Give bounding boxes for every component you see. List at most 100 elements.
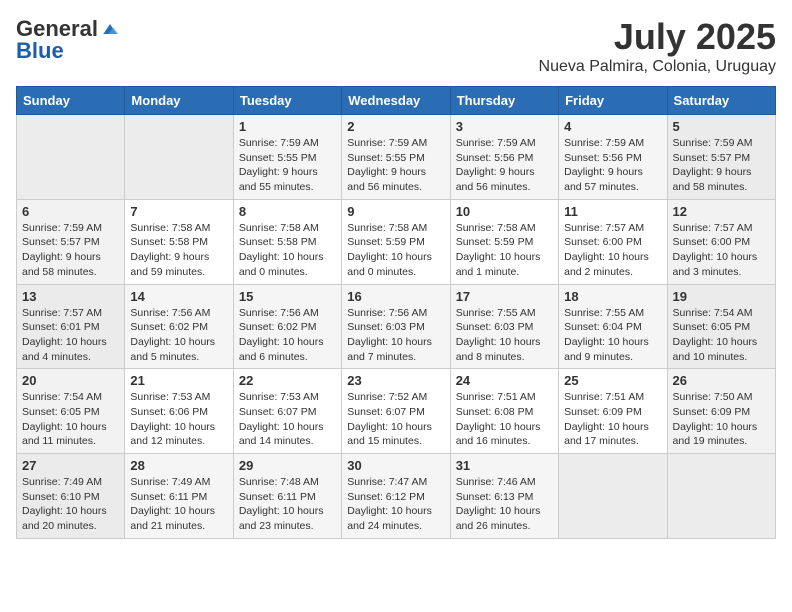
calendar-cell: 31 Sunrise: 7:46 AM Sunset: 6:13 PM Dayli… [450,454,558,539]
day-info: Sunrise: 7:56 AM Sunset: 6:02 PM Dayligh… [239,306,336,365]
calendar-cell: 27 Sunrise: 7:49 AM Sunset: 6:10 PM Dayli… [17,454,125,539]
day-info: Sunrise: 7:54 AM Sunset: 6:05 PM Dayligh… [673,306,770,365]
calendar-cell [125,115,233,200]
day-info: Sunrise: 7:59 AM Sunset: 5:55 PM Dayligh… [239,136,336,195]
calendar-cell: 8 Sunrise: 7:58 AM Sunset: 5:58 PM Daylig… [233,199,341,284]
calendar-week-row: 20 Sunrise: 7:54 AM Sunset: 6:05 PM Dayli… [17,369,776,454]
calendar-cell: 17Sunrise: 7:55 AM Sunset: 6:03 PM Dayli… [450,284,558,369]
day-number: 2 [347,119,444,134]
logo-blue-text: Blue [16,38,64,64]
location-subtitle: Nueva Palmira, Colonia, Uruguay [539,58,776,76]
day-number: 24 [456,373,553,388]
day-number: 16 [347,289,444,304]
day-number: 4 [564,119,661,134]
weekday-header-sunday: Sunday [17,87,125,115]
day-info: Sunrise: 7:55 AM Sunset: 6:03 PM Dayligh… [456,306,553,365]
day-info: Sunrise: 7:56 AM Sunset: 6:03 PM Dayligh… [347,306,444,365]
calendar-cell: 5 Sunrise: 7:59 AM Sunset: 5:57 PM Daylig… [667,115,775,200]
weekday-header-saturday: Saturday [667,87,775,115]
calendar-table: SundayMondayTuesdayWednesdayThursdayFrid… [16,86,776,539]
calendar-cell: 24 Sunrise: 7:51 AM Sunset: 6:08 PM Dayli… [450,369,558,454]
calendar-cell: 16 Sunrise: 7:56 AM Sunset: 6:03 PM Dayli… [342,284,450,369]
day-number: 31 [456,458,553,473]
day-number: 10 [456,204,553,219]
day-info: Sunrise: 7:55 AM Sunset: 6:04 PM Dayligh… [564,306,661,365]
calendar-cell [17,115,125,200]
day-number: 20 [22,373,119,388]
day-number: 27 [22,458,119,473]
day-info: Sunrise: 7:58 AM Sunset: 5:59 PM Dayligh… [347,221,444,280]
day-info: Sunrise: 7:57 AM Sunset: 6:00 PM Dayligh… [564,221,661,280]
day-info: Sunrise: 7:59 AM Sunset: 5:55 PM Dayligh… [347,136,444,195]
weekday-header-row: SundayMondayTuesdayWednesdayThursdayFrid… [17,87,776,115]
calendar-cell: 23 Sunrise: 7:52 AM Sunset: 6:07 PM Dayli… [342,369,450,454]
weekday-header-monday: Monday [125,87,233,115]
day-info: Sunrise: 7:48 AM Sunset: 6:11 PM Dayligh… [239,475,336,534]
day-info: Sunrise: 7:53 AM Sunset: 6:06 PM Dayligh… [130,390,227,449]
weekday-header-friday: Friday [559,87,667,115]
day-number: 13 [22,289,119,304]
month-year-title: July 2025 [539,16,776,58]
calendar-cell: 13 Sunrise: 7:57 AM Sunset: 6:01 PM Dayli… [17,284,125,369]
calendar-cell [667,454,775,539]
weekday-header-tuesday: Tuesday [233,87,341,115]
day-info: Sunrise: 7:46 AM Sunset: 6:13 PM Dayligh… [456,475,553,534]
calendar-cell: 12 Sunrise: 7:57 AM Sunset: 6:00 PM Dayli… [667,199,775,284]
calendar-cell: 18 Sunrise: 7:55 AM Sunset: 6:04 PM Dayli… [559,284,667,369]
day-number: 8 [239,204,336,219]
day-number: 26 [673,373,770,388]
day-info: Sunrise: 7:49 AM Sunset: 6:11 PM Dayligh… [130,475,227,534]
day-info: Sunrise: 7:58 AM Sunset: 5:59 PM Dayligh… [456,221,553,280]
day-info: Sunrise: 7:52 AM Sunset: 6:07 PM Dayligh… [347,390,444,449]
day-info: Sunrise: 7:54 AM Sunset: 6:05 PM Dayligh… [22,390,119,449]
calendar-cell: 10 Sunrise: 7:58 AM Sunset: 5:59 PM Dayli… [450,199,558,284]
calendar-cell: 2 Sunrise: 7:59 AM Sunset: 5:55 PM Daylig… [342,115,450,200]
logo: General Blue [16,16,120,64]
calendar-cell: 9 Sunrise: 7:58 AM Sunset: 5:59 PM Daylig… [342,199,450,284]
calendar-cell: 26 Sunrise: 7:50 AM Sunset: 6:09 PM Dayli… [667,369,775,454]
day-number: 21 [130,373,227,388]
day-info: Sunrise: 7:58 AM Sunset: 5:58 PM Dayligh… [239,221,336,280]
day-info: Sunrise: 7:50 AM Sunset: 6:09 PM Dayligh… [673,390,770,449]
calendar-cell: 15Sunrise: 7:56 AM Sunset: 6:02 PM Dayli… [233,284,341,369]
day-number: 6 [22,204,119,219]
calendar-cell: 25Sunrise: 7:51 AM Sunset: 6:09 PM Dayli… [559,369,667,454]
day-info: Sunrise: 7:59 AM Sunset: 5:57 PM Dayligh… [673,136,770,195]
day-number: 25 [564,373,661,388]
calendar-week-row: 6Sunrise: 7:59 AM Sunset: 5:57 PM Daylig… [17,199,776,284]
day-number: 14 [130,289,227,304]
day-number: 18 [564,289,661,304]
day-number: 5 [673,119,770,134]
day-info: Sunrise: 7:51 AM Sunset: 6:08 PM Dayligh… [456,390,553,449]
calendar-cell: 4Sunrise: 7:59 AM Sunset: 5:56 PM Daylig… [559,115,667,200]
calendar-week-row: 13 Sunrise: 7:57 AM Sunset: 6:01 PM Dayli… [17,284,776,369]
calendar-cell: 11 Sunrise: 7:57 AM Sunset: 6:00 PM Dayli… [559,199,667,284]
calendar-cell [559,454,667,539]
calendar-cell: 1 Sunrise: 7:59 AM Sunset: 5:55 PM Daylig… [233,115,341,200]
calendar-cell: 21 Sunrise: 7:53 AM Sunset: 6:06 PM Dayli… [125,369,233,454]
weekday-header-wednesday: Wednesday [342,87,450,115]
logo-icon [100,19,120,39]
calendar-cell: 20 Sunrise: 7:54 AM Sunset: 6:05 PM Dayli… [17,369,125,454]
day-info: Sunrise: 7:49 AM Sunset: 6:10 PM Dayligh… [22,475,119,534]
calendar-week-row: 1 Sunrise: 7:59 AM Sunset: 5:55 PM Daylig… [17,115,776,200]
day-number: 29 [239,458,336,473]
calendar-week-row: 27 Sunrise: 7:49 AM Sunset: 6:10 PM Dayli… [17,454,776,539]
calendar-cell: 7 Sunrise: 7:58 AM Sunset: 5:58 PM Daylig… [125,199,233,284]
day-info: Sunrise: 7:57 AM Sunset: 6:01 PM Dayligh… [22,306,119,365]
day-info: Sunrise: 7:58 AM Sunset: 5:58 PM Dayligh… [130,221,227,280]
day-number: 12 [673,204,770,219]
day-info: Sunrise: 7:56 AM Sunset: 6:02 PM Dayligh… [130,306,227,365]
calendar-cell: 22Sunrise: 7:53 AM Sunset: 6:07 PM Dayli… [233,369,341,454]
day-number: 1 [239,119,336,134]
day-number: 9 [347,204,444,219]
calendar-cell: 29 Sunrise: 7:48 AM Sunset: 6:11 PM Dayli… [233,454,341,539]
title-block: July 2025 Nueva Palmira, Colonia, Urugua… [539,16,776,76]
calendar-cell: 14 Sunrise: 7:56 AM Sunset: 6:02 PM Dayli… [125,284,233,369]
day-number: 23 [347,373,444,388]
page-header: General Blue July 2025 Nueva Palmira, Co… [16,16,776,76]
day-number: 7 [130,204,227,219]
day-number: 22 [239,373,336,388]
day-number: 11 [564,204,661,219]
day-info: Sunrise: 7:57 AM Sunset: 6:00 PM Dayligh… [673,221,770,280]
